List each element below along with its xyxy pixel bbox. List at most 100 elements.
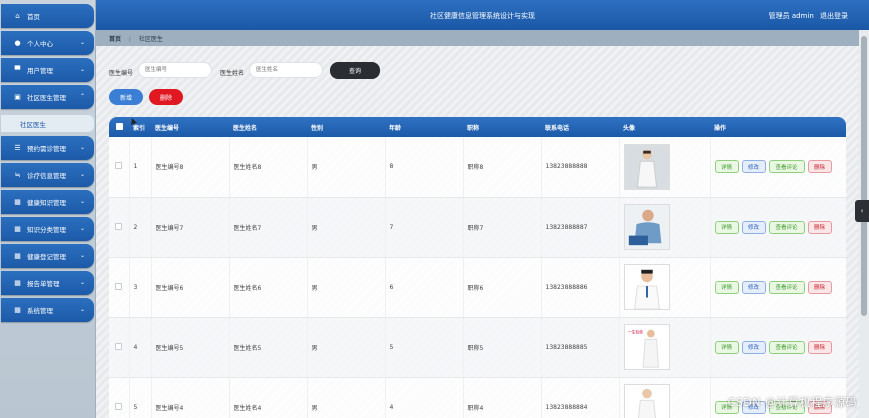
sidebar-item-knowledge[interactable]: ▦ 健康知识管理 ⌄	[1, 190, 94, 214]
row-doctor-no: 医生编号6	[151, 257, 230, 318]
row-doctor-no: 医生编号8	[151, 137, 230, 198]
column-header: 操作	[710, 117, 846, 137]
sidebar-item-label: 个人中心	[27, 40, 53, 48]
page-scrollbar[interactable]	[859, 30, 869, 418]
query-button[interactable]: 查询	[330, 62, 380, 79]
doctor-avatar	[623, 143, 670, 190]
row-doctor-no: 医生编号5	[151, 317, 230, 378]
row-avatar	[619, 377, 711, 418]
detail-button[interactable]: 详情	[714, 160, 739, 174]
doctor-avatar	[623, 264, 670, 310]
row-checkbox[interactable]	[109, 257, 130, 318]
row-age: 4	[385, 377, 464, 418]
edit-button[interactable]: 修改	[741, 280, 766, 294]
row-gender: 男	[307, 317, 386, 378]
row-checkbox[interactable]	[109, 377, 130, 418]
column-header[interactable]: 年龄	[385, 117, 463, 137]
collapse-toggle-icon[interactable]: ‹	[855, 200, 869, 222]
sidebar-item-label: 健康知识管理	[27, 199, 66, 207]
breadcrumb-home[interactable]: 首页	[109, 36, 121, 43]
watermark: CSDN @计算机程序源码	[727, 396, 857, 409]
delete-button[interactable]: 删除	[807, 220, 832, 234]
doctor-avatar	[623, 204, 670, 250]
row-title: 职称5	[463, 317, 542, 378]
sidebar-item-profile[interactable]: ● 个人中心 ⌄	[1, 31, 94, 55]
sidebar-item-label: 知识分类管理	[27, 226, 66, 234]
column-header[interactable]: 职称	[463, 117, 541, 137]
doctor-no-input[interactable]	[138, 62, 212, 78]
row-checkbox[interactable]	[109, 197, 130, 258]
row-index: 1	[129, 137, 152, 198]
row-avatar	[619, 257, 711, 318]
sliders-icon: ≒	[14, 171, 21, 179]
chevron-down-icon: ⌄	[79, 144, 85, 151]
sidebar-item-label: 健康登记管理	[27, 253, 66, 261]
table-header-row: 索引 医生编号 医生姓名 性别 年龄 职称 联系电话 头像 操作	[109, 117, 846, 137]
row-age: 6	[385, 257, 464, 318]
row-phone: 13823888884	[541, 377, 620, 418]
sidebar-item-knowledge-category[interactable]: ▦ 知识分类管理 ⌄	[1, 217, 94, 241]
chevron-down-icon: ⌄	[79, 198, 85, 205]
sidebar: ⌂ 首页 ● 个人中心 ⌄ ▀ 用户管理 ⌄ ▣ 社区医生管理 ⌃ 社区医生 ☰…	[0, 0, 96, 418]
clipboard-icon: ▣	[14, 93, 21, 101]
view-reviews-button[interactable]: 查看评论	[768, 280, 805, 294]
doctor-avatar: 一生有你	[623, 324, 670, 370]
sidebar-item-home[interactable]: ⌂ 首页	[1, 4, 94, 28]
svg-text:一生有你: 一生有你	[627, 330, 642, 335]
column-header[interactable]: 性别	[307, 117, 385, 137]
doctor-avatar	[623, 384, 670, 418]
sidebar-subitem-doctor[interactable]: 社区医生	[1, 115, 94, 132]
row-index: 5	[129, 377, 152, 418]
edit-button[interactable]: 修改	[741, 160, 766, 174]
row-gender: 男	[307, 137, 386, 198]
logout-link[interactable]: 退出登录	[820, 12, 848, 20]
row-checkbox[interactable]	[109, 137, 130, 198]
edit-button[interactable]: 修改	[741, 340, 766, 354]
row-gender: 男	[307, 257, 386, 318]
grid-icon: ▦	[14, 279, 21, 287]
chevron-down-icon: ⌄	[79, 66, 85, 73]
delete-button[interactable]: 删除	[807, 160, 832, 174]
sidebar-item-system[interactable]: ▦ 系统管理 ⌄	[1, 298, 94, 322]
sidebar-item-users[interactable]: ▀ 用户管理 ⌄	[1, 58, 94, 82]
add-button[interactable]: 新增	[109, 89, 143, 105]
sidebar-item-label: 系统管理	[27, 307, 53, 315]
sidebar-item-reports[interactable]: ▦ 报告单管理 ⌄	[1, 271, 94, 295]
sidebar-item-label: 诊疗信息管理	[27, 172, 66, 180]
delete-button[interactable]: 删除	[807, 280, 832, 294]
view-reviews-button[interactable]: 查看评论	[768, 220, 805, 234]
sidebar-item-health-registration[interactable]: ▦ 健康登记管理 ⌄	[1, 244, 94, 268]
detail-button[interactable]: 详情	[714, 280, 739, 294]
chevron-down-icon: ⌄	[79, 252, 85, 259]
sidebar-item-appointments[interactable]: ☰ 预约需诊管理 ⌄	[1, 136, 94, 160]
view-reviews-button[interactable]: 查看评论	[768, 340, 805, 354]
view-reviews-button[interactable]: 查看评论	[768, 160, 805, 174]
select-all-checkbox[interactable]	[109, 117, 129, 137]
row-doctor-name: 医生姓名7	[229, 197, 308, 258]
column-header[interactable]: 医生编号	[151, 117, 229, 137]
user-icon: ●	[14, 39, 21, 47]
row-checkbox[interactable]	[109, 317, 130, 378]
grid-icon: ▦	[14, 225, 21, 233]
chevron-up-icon: ⌃	[79, 93, 85, 100]
row-avatar: 一生有你	[619, 317, 711, 378]
column-header[interactable]: 医生姓名	[229, 117, 307, 137]
doctor-name-input[interactable]	[249, 62, 323, 78]
user-area: 管理员 admin 退出登录	[765, 11, 848, 21]
detail-button[interactable]: 详情	[714, 220, 739, 234]
breadcrumb-separator: ⋮	[126, 36, 133, 43]
row-doctor-name: 医生姓名5	[229, 317, 308, 378]
batch-delete-button[interactable]: 删除	[149, 89, 183, 105]
scroll-thumb[interactable]	[861, 36, 867, 316]
edit-button[interactable]: 修改	[741, 220, 766, 234]
row-title: 职称4	[463, 377, 542, 418]
row-index: 4	[129, 317, 152, 378]
column-header[interactable]: 联系电话	[541, 117, 619, 137]
row-doctor-name: 医生姓名8	[229, 137, 308, 198]
row-doctor-name: 医生姓名4	[229, 377, 308, 418]
sidebar-item-doctors[interactable]: ▣ 社区医生管理 ⌃	[1, 85, 94, 109]
delete-button[interactable]: 删除	[807, 340, 832, 354]
detail-button[interactable]: 详情	[714, 340, 739, 354]
table-row: 2 医生编号7 医生姓名7 男 7 职称7 13823888887 详情 修改 查看评论 删除	[109, 197, 846, 258]
sidebar-item-diagnosis[interactable]: ≒ 诊疗信息管理 ⌄	[1, 163, 94, 187]
